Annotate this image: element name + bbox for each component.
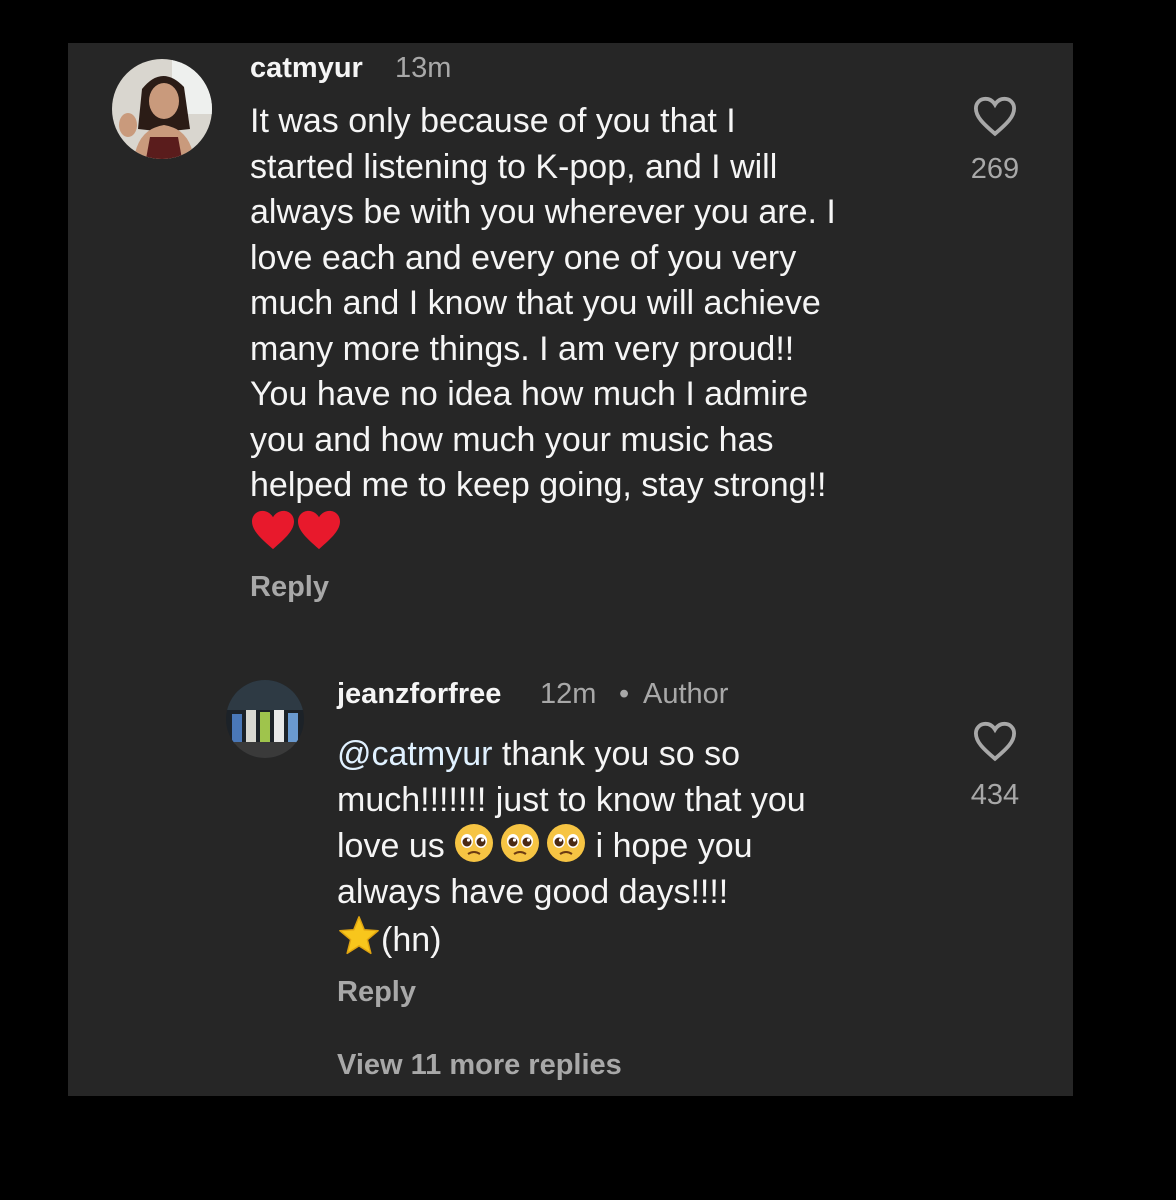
reply-text-line: @catmyur thank you so so bbox=[337, 732, 806, 778]
pleading-face-emoji bbox=[547, 824, 586, 862]
comment-timestamp: 13m bbox=[395, 52, 452, 84]
author-badge: Author bbox=[643, 678, 729, 710]
comment-text-line: you and how much your music has bbox=[250, 420, 774, 459]
heart-outline-icon bbox=[973, 721, 1017, 762]
like-count: 434 bbox=[970, 779, 1020, 811]
comment-text-line: much and I know that you will achieve bbox=[250, 284, 821, 322]
reply-text-segment: i hope you bbox=[586, 827, 753, 865]
comment-emoji-line bbox=[250, 509, 836, 558]
pleading-face-emoji bbox=[501, 824, 540, 862]
comment-text-line: always be with you wherever you are. I bbox=[250, 193, 836, 231]
reply-text-line: (hn) bbox=[337, 915, 806, 964]
heart-outline-icon bbox=[973, 96, 1017, 137]
reply-button[interactable]: Reply bbox=[337, 975, 416, 1009]
comment-text: It was only because of you that I starte… bbox=[250, 99, 836, 557]
red-heart-emoji bbox=[252, 510, 294, 549]
comment-username[interactable]: catmyur bbox=[250, 51, 363, 85]
like-button[interactable] bbox=[972, 720, 1018, 762]
meta-separator: • bbox=[619, 678, 630, 710]
comment-text-line: It was only because of you that I bbox=[250, 102, 736, 140]
star-emoji bbox=[339, 916, 379, 955]
comment-text-line: started listening to K-pop, and I will bbox=[250, 147, 778, 186]
avatar[interactable] bbox=[226, 680, 304, 758]
reply-text-line: love us i hope you bbox=[337, 823, 806, 870]
like-count: 269 bbox=[970, 153, 1020, 185]
reply-text-segment: (hn) bbox=[381, 921, 442, 959]
comment-text-line: helped me to keep going, stay strong!! bbox=[250, 466, 827, 504]
comment-text-line: love each and every one of you very bbox=[250, 238, 797, 277]
reply-text-segment: thank you so so bbox=[492, 735, 741, 773]
comments-panel: catmyur 13m It was only because of you t… bbox=[68, 43, 1073, 1096]
pleading-face-emoji bbox=[455, 824, 494, 862]
red-heart-emoji bbox=[298, 510, 340, 549]
reply-timestamp: 12m bbox=[540, 678, 597, 710]
view-more-replies-button[interactable]: View 11 more replies bbox=[337, 1048, 622, 1082]
avatar[interactable] bbox=[112, 59, 212, 159]
reply-username[interactable]: jeanzforfree bbox=[337, 677, 501, 711]
comment-text-line: You have no idea how much I admire bbox=[250, 375, 809, 413]
reply-button[interactable]: Reply bbox=[250, 570, 329, 604]
mention-link[interactable]: @catmyur bbox=[337, 735, 492, 773]
comment-text-line: many more things. I am very proud!! bbox=[250, 329, 795, 368]
reply-text-line: much!!!!!!! just to know that you bbox=[337, 780, 806, 819]
reply-text-segment: love us bbox=[337, 827, 455, 865]
reply-text-line: always have good days!!!! bbox=[337, 872, 729, 911]
like-button[interactable] bbox=[972, 95, 1018, 137]
reply-text: @catmyur thank you so so much!!!!!!! jus… bbox=[337, 732, 806, 964]
